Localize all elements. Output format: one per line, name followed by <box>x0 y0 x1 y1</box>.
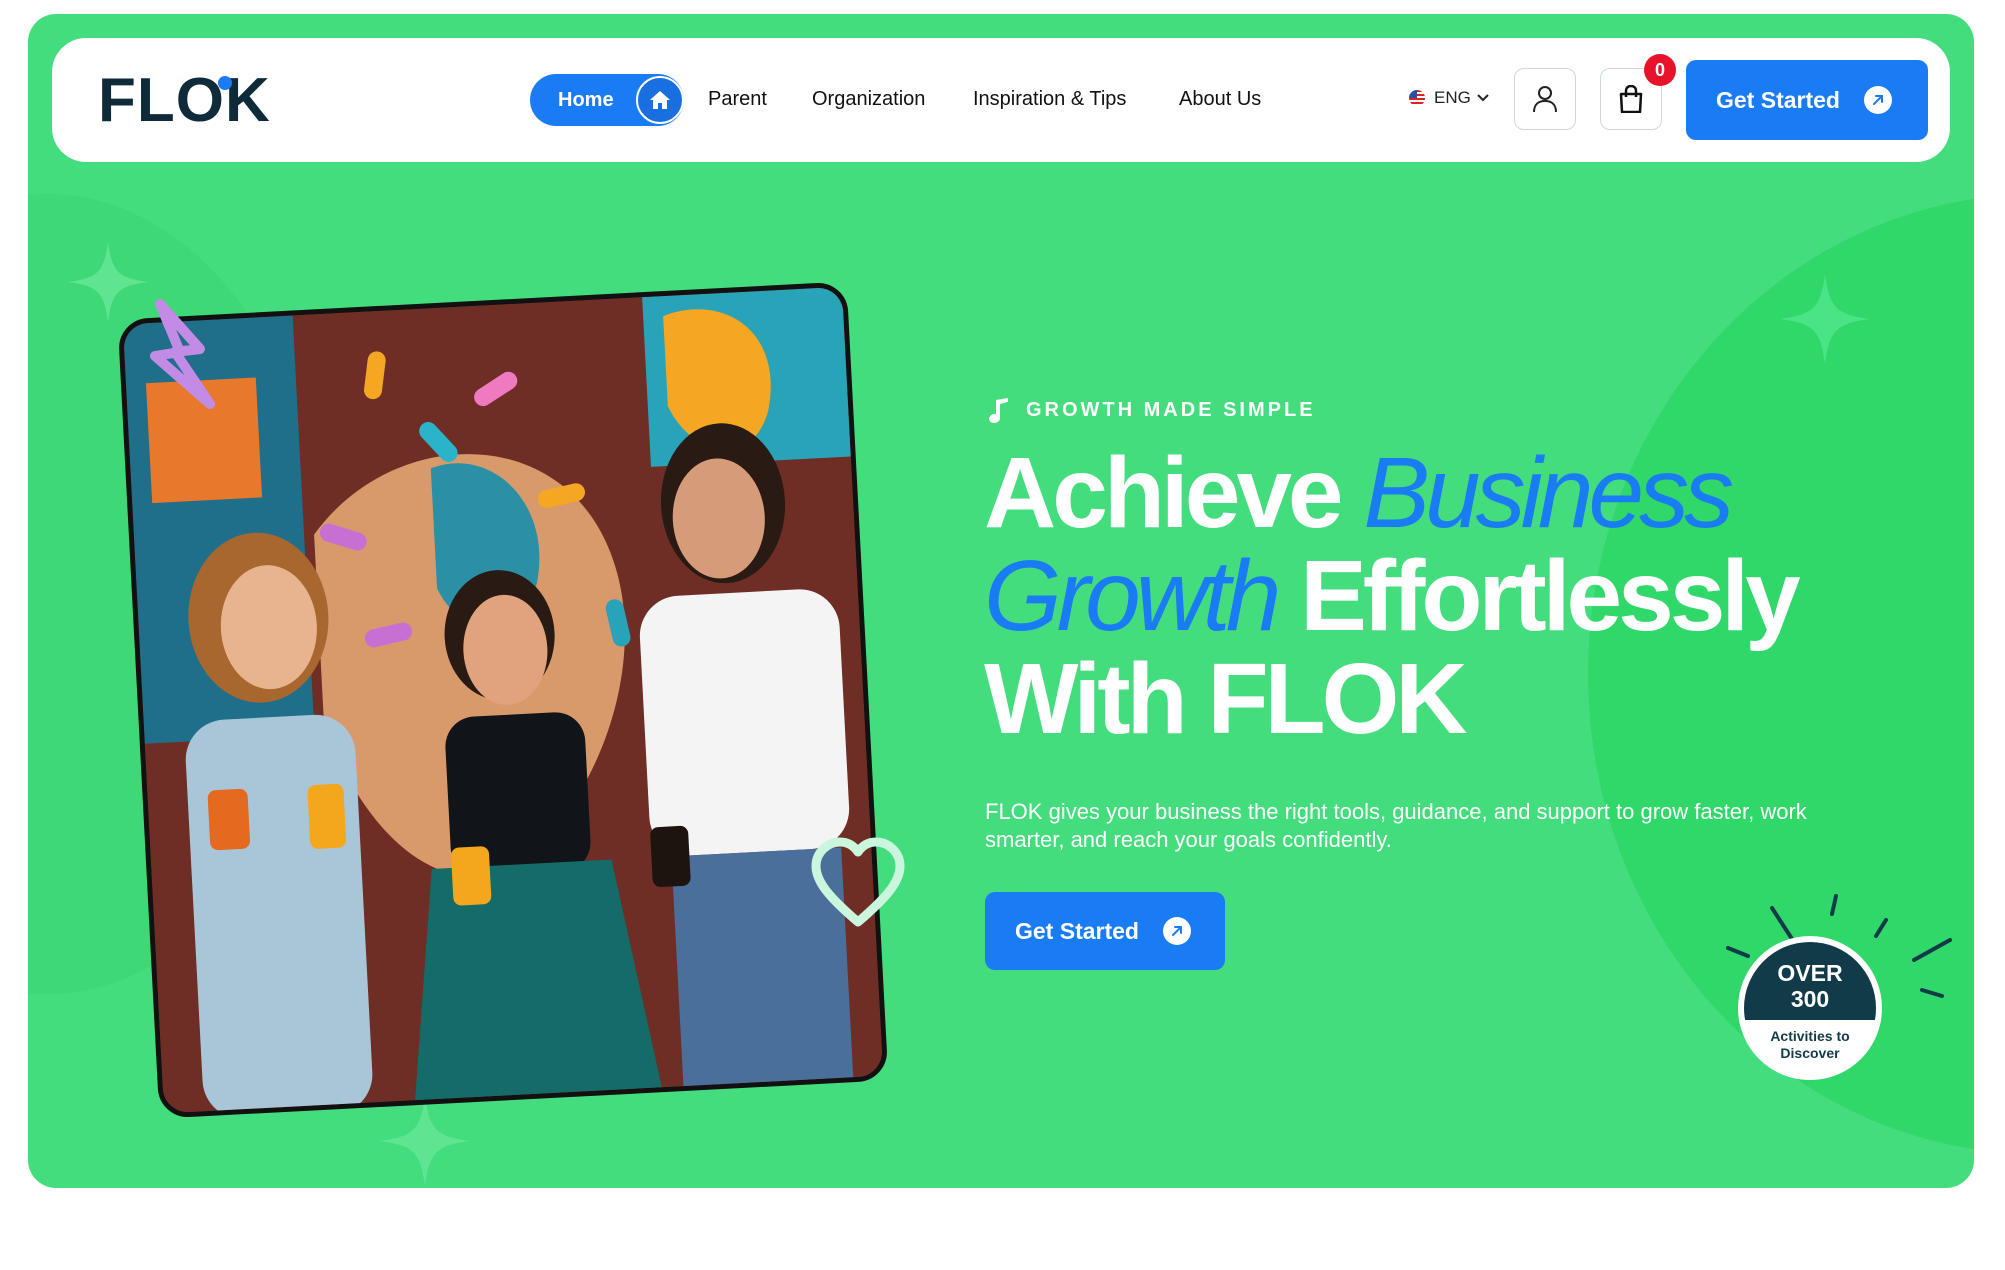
chevron-down-icon <box>1477 94 1489 102</box>
cart-count-badge: 0 <box>1644 54 1676 86</box>
hero-section: GROWTH MADE SIMPLE Achieve Business Grow… <box>28 14 1974 1188</box>
logo-dot <box>218 76 232 90</box>
language-selector[interactable]: ENG <box>1406 88 1489 108</box>
us-flag-icon <box>1409 90 1425 106</box>
arrow-up-right-icon <box>1863 86 1892 114</box>
flok-logo[interactable]: FLOK <box>98 70 271 132</box>
language-label: ENG <box>1434 88 1471 107</box>
headline-part2: Effortlessly <box>1276 540 1801 652</box>
headline-part1: Achieve <box>984 437 1364 549</box>
headline-accent-business: Business <box>1363 437 1734 549</box>
heart-icon <box>811 837 905 927</box>
arrow-up-right-icon <box>1162 917 1191 945</box>
activities-badge: OVER 300 Activities to Discover <box>1738 936 1882 1080</box>
headline-part3: With FLOK <box>984 643 1468 755</box>
hero-description: FLOK gives your business the right tools… <box>985 799 1807 852</box>
nav-link-parent[interactable]: Parent <box>708 88 767 111</box>
account-button[interactable] <box>1514 68 1576 130</box>
top-navbar: FLOK Home Parent Organization Inspiratio… <box>52 38 1950 162</box>
hero-headline: Achieve Business Growth Effortlessly Wit… <box>984 442 1884 751</box>
logo-text: FLOK <box>98 66 271 135</box>
eyebrow-text: GROWTH MADE SIMPLE <box>1026 398 1316 421</box>
nav-link-organization[interactable]: Organization <box>812 88 925 111</box>
badge-caption: Activities to Discover <box>1738 1028 1882 1062</box>
hero-eyebrow: GROWTH MADE SIMPLE <box>988 396 1316 424</box>
sparkle-icon <box>1780 274 1870 364</box>
nav-link-about[interactable]: About Us <box>1179 88 1261 111</box>
nav-home-button[interactable]: Home <box>530 74 684 126</box>
lightning-icon <box>150 299 215 409</box>
badge-caption-line1: Activities to <box>1770 1028 1850 1044</box>
nav-cta-label: Get Started <box>1716 86 1840 113</box>
shopping-bag-icon <box>1619 85 1643 113</box>
nav-home-label: Home <box>558 89 614 111</box>
nav-link-inspiration[interactable]: Inspiration & Tips <box>973 88 1126 111</box>
badge-caption-line2: Discover <box>1780 1045 1840 1061</box>
home-icon <box>636 76 684 124</box>
hero-cta-label: Get Started <box>1015 917 1139 944</box>
nav-get-started-button[interactable]: Get Started <box>1686 60 1928 140</box>
badge-count: 300 <box>1790 986 1830 1012</box>
sparkle-icon <box>380 1096 470 1186</box>
music-note-icon <box>989 398 1008 423</box>
user-icon <box>1533 86 1557 113</box>
hero-get-started-button[interactable]: Get Started <box>985 892 1225 970</box>
badge-over: OVER <box>1777 960 1843 986</box>
headline-accent-growth: Growth <box>984 540 1281 652</box>
